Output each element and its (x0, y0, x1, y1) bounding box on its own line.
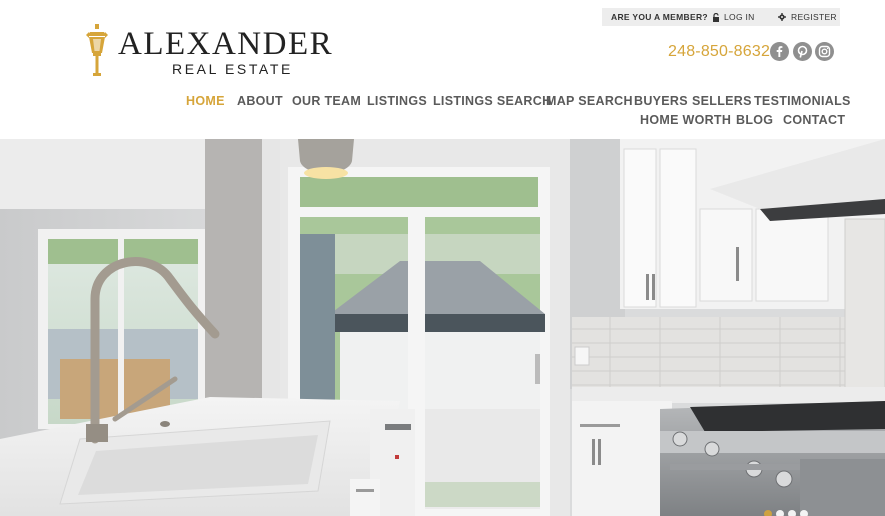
slider-dot[interactable] (776, 510, 784, 516)
nav-sellers[interactable]: SELLERS (692, 94, 752, 108)
nav-home-worth[interactable]: HOME WORTH (640, 113, 731, 127)
nav-about[interactable]: ABOUT (237, 94, 283, 108)
nav-buyers[interactable]: BUYERS (634, 94, 688, 108)
nav-contact[interactable]: CONTACT (783, 113, 845, 127)
nav-home[interactable]: HOME (186, 94, 225, 108)
nav-blog[interactable]: BLOG (736, 113, 773, 127)
site-header: ALEXANDER REAL ESTATE ARE YOU A MEMBER? … (0, 0, 885, 139)
hero-slider[interactable] (0, 139, 885, 516)
slider-dot[interactable] (788, 510, 796, 516)
slider-dot[interactable] (800, 510, 808, 516)
slider-dots (764, 510, 808, 516)
hero-kitchen-image (0, 139, 885, 516)
main-nav: HOME ABOUT OUR TEAM LISTINGS LISTINGS SE… (0, 0, 885, 139)
nav-our-team[interactable]: OUR TEAM (292, 94, 361, 108)
nav-testimonials[interactable]: TESTIMONIALS (754, 94, 851, 108)
nav-listings[interactable]: LISTINGS (367, 94, 427, 108)
nav-listings-search[interactable]: LISTINGS SEARCH (433, 94, 551, 108)
nav-map-search[interactable]: MAP SEARCH (546, 94, 633, 108)
slider-dot[interactable] (764, 510, 772, 516)
